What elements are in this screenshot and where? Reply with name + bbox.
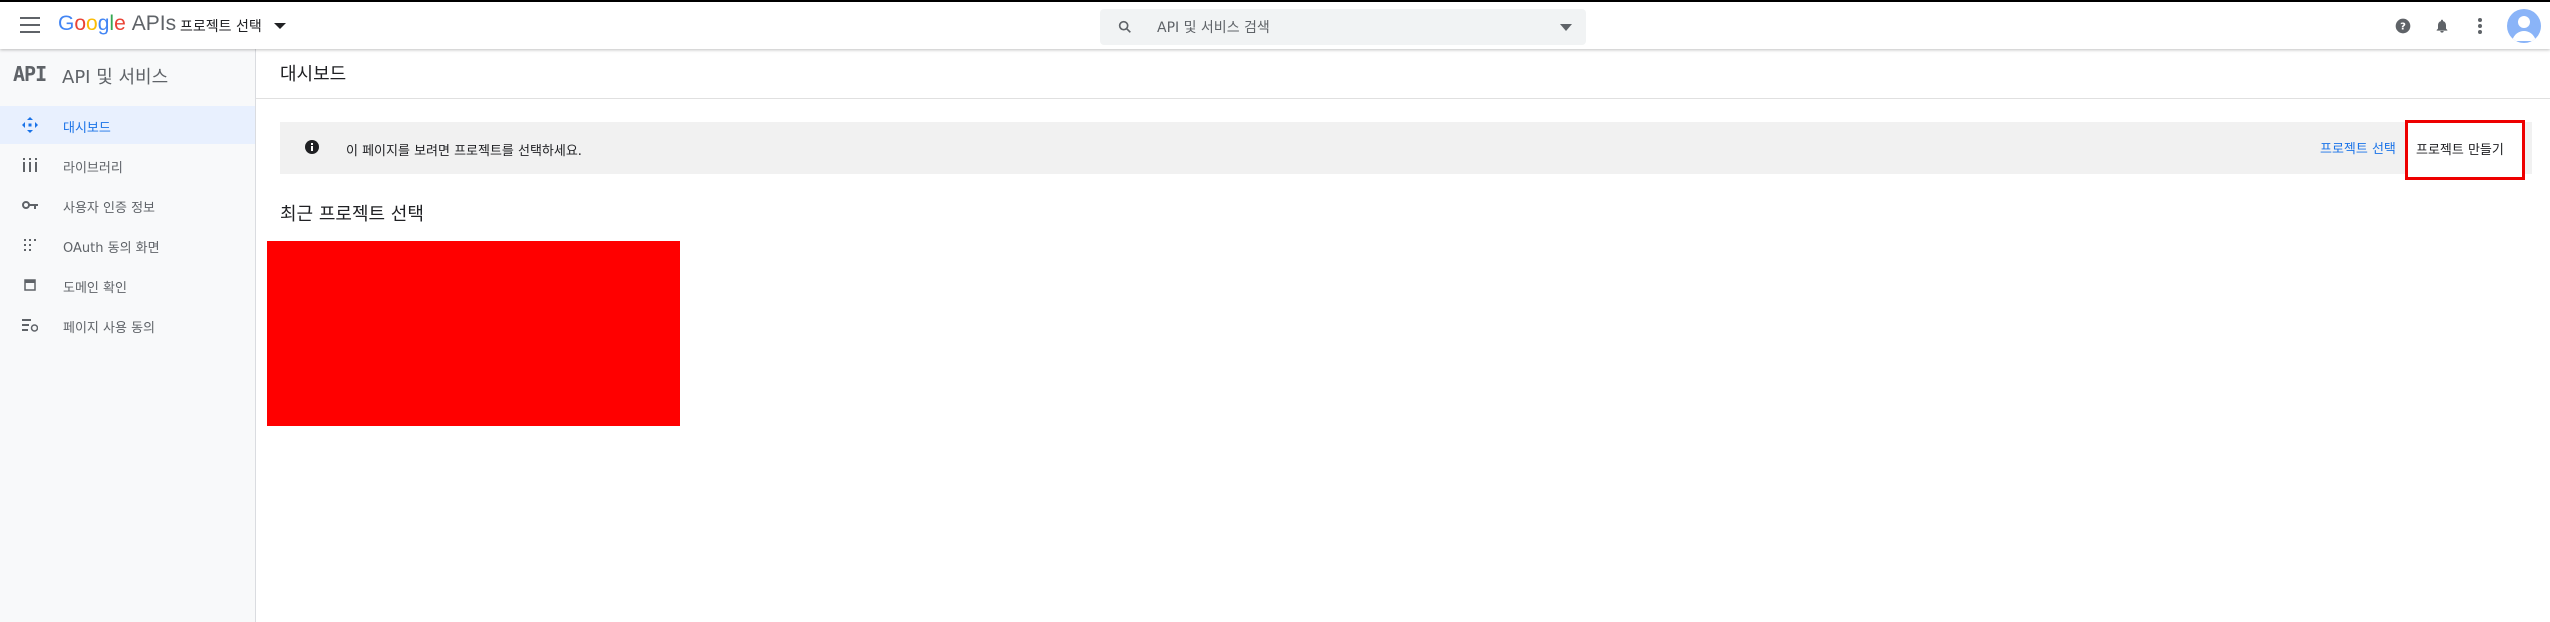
user-avatar-icon [2512,16,2536,41]
project-selector-label: 프로젝트 선택 [180,19,262,35]
sidebar: API API 및 서비스 대시보드 라이브러리 사용자 인증 정보 OAuth… [0,49,256,622]
select-project-link[interactable]: 프로젝트 선택 [2320,138,2396,157]
select-project-banner: 이 페이지를 보려면 프로젝트를 선택하세요. 프로젝트 선택 프로젝트 만들기 [280,120,2532,180]
sidebar-item-library[interactable]: 라이브러리 [0,146,255,184]
redacted-recent-projects [267,241,680,426]
notifications-icon[interactable] [2432,16,2452,36]
caret-down-icon [273,23,286,29]
sidebar-item-label: 도메인 확인 [63,281,127,296]
sidebar-item-label: 라이브러리 [63,161,123,176]
banner-message: 이 페이지를 보려면 프로젝트를 선택하세요. [346,144,582,159]
sidebar-item-label: 대시보드 [63,121,111,136]
key-icon [22,197,38,213]
library-icon [22,157,38,173]
dashboard-icon [22,117,38,133]
search-dropdown-icon[interactable] [1560,24,1572,31]
help-icon[interactable]: ? [2393,16,2413,36]
consent-dots-icon [22,237,38,253]
search-icon [1118,20,1131,33]
sidebar-item-domain-verification[interactable]: 도메인 확인 [0,266,255,304]
avatar[interactable] [2507,9,2541,43]
sidebar-item-credentials[interactable]: 사용자 인증 정보 [0,186,255,224]
sidebar-item-label: 사용자 인증 정보 [63,201,155,216]
search-bar[interactable] [1100,9,1586,45]
sidebar-item-dashboard[interactable]: 대시보드 [0,106,255,144]
create-project-label: 프로젝트 만들기 [2416,143,2504,158]
api-logo: API [13,62,47,86]
google-apis-logo[interactable]: Google APIs [58,12,176,36]
create-project-button[interactable]: 프로젝트 만들기 [2405,120,2525,180]
sidebar-item-page-usage-agreement[interactable]: 페이지 사용 동의 [0,306,255,344]
more-vert-icon[interactable] [2470,16,2490,36]
search-input[interactable] [1155,15,1539,41]
domain-check-icon [22,277,38,293]
project-selector[interactable]: 프로젝트 선택 [180,16,286,36]
page-settings-icon [22,317,38,333]
menu-icon[interactable] [20,17,40,33]
sidebar-item-label: OAuth 동의 화면 [63,241,160,256]
recent-projects-title: 최근 프로젝트 선택 [280,204,424,225]
page-title: 대시보드 [280,64,347,85]
sidebar-title: API 및 서비스 [62,67,169,88]
sidebar-item-oauth-consent[interactable]: OAuth 동의 화면 [0,226,255,264]
sidebar-header: API API 및 서비스 [0,49,255,99]
svg-text:?: ? [2400,21,2406,32]
divider [256,98,2550,99]
sidebar-item-label: 페이지 사용 동의 [63,321,155,336]
info-icon [305,140,319,154]
top-bar: GoogleAPIs 프로젝트 선택 ? [0,0,2550,49]
